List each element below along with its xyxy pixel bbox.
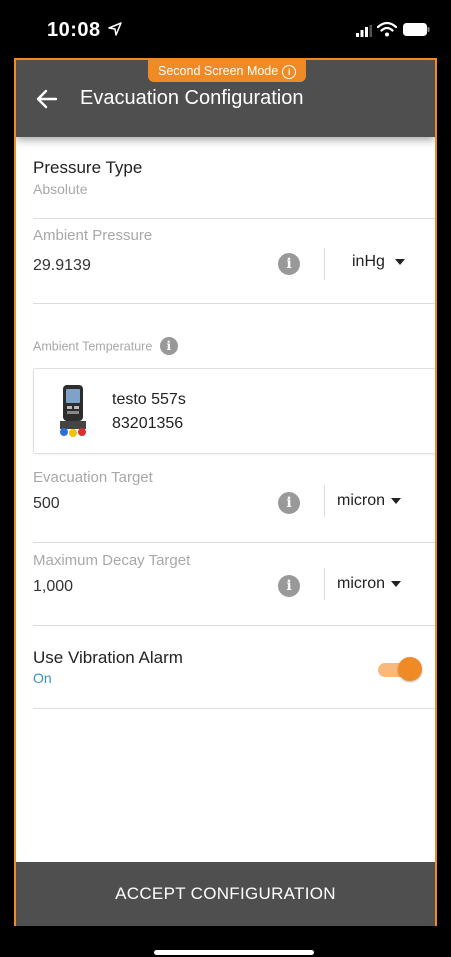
- ambient-temperature-info-icon[interactable]: i: [159, 337, 178, 355]
- evacuation-target-unit-dropdown[interactable]: micron: [337, 492, 402, 510]
- maximum-decay-target-unit: micron: [337, 575, 386, 592]
- device-name: testo 557s: [112, 391, 186, 408]
- maximum-decay-target-unit-dropdown[interactable]: micron: [337, 575, 402, 593]
- wifi-icon: [377, 21, 397, 37]
- divider: [33, 542, 435, 543]
- back-arrow-icon[interactable]: [36, 88, 58, 110]
- accept-configuration-button[interactable]: ACCEPT CONFIGURATION: [16, 862, 435, 926]
- battery-icon: [403, 23, 430, 36]
- vibration-alarm-toggle[interactable]: [378, 656, 422, 682]
- page-title: Evacuation Configuration: [80, 87, 304, 109]
- pressure-type-value[interactable]: Absolute: [33, 181, 87, 197]
- vertical-divider: [324, 568, 325, 600]
- device-serial: 83201356: [112, 415, 184, 432]
- testo-device-icon: [60, 385, 86, 437]
- chevron-down-icon: [394, 258, 405, 265]
- maximum-decay-target-info-icon[interactable]: i: [278, 575, 300, 597]
- ambient-pressure-input[interactable]: 29.9139: [33, 257, 91, 275]
- divider: [33, 708, 435, 709]
- toggle-knob: [398, 657, 422, 681]
- vibration-alarm-label: Use Vibration Alarm: [33, 648, 183, 667]
- ambient-temperature-label-text: Ambient Temperature: [33, 339, 153, 354]
- home-indicator[interactable]: [154, 950, 314, 955]
- status-time: 10:08: [47, 19, 101, 41]
- evacuation-target-unit: micron: [337, 492, 386, 509]
- device-card[interactable]: testo 557s 83201356: [33, 368, 435, 454]
- divider: [33, 303, 435, 304]
- divider: [33, 218, 435, 219]
- vertical-divider: [324, 485, 325, 517]
- status-bar: 10:08: [0, 0, 451, 58]
- chevron-down-icon: [391, 580, 402, 587]
- app-bar: Second Screen Mode i Evacuation Configura…: [16, 60, 435, 137]
- vertical-divider: [324, 248, 325, 280]
- app-frame: Second Screen Mode i Evacuation Configura…: [14, 58, 437, 928]
- ambient-pressure-info-icon[interactable]: i: [278, 253, 300, 275]
- second-screen-mode-badge[interactable]: Second Screen Mode i: [148, 60, 307, 82]
- divider: [33, 625, 435, 626]
- maximum-decay-target-input[interactable]: 1,000: [33, 578, 73, 596]
- ambient-pressure-label: Ambient Pressure: [33, 227, 153, 244]
- maximum-decay-target-label: Maximum Decay Target: [33, 552, 191, 569]
- signal-icon: [356, 25, 372, 37]
- location-arrow-icon: [108, 22, 122, 36]
- evacuation-target-input[interactable]: 500: [33, 495, 60, 513]
- ambient-temperature-label: Ambient Temperature i: [33, 337, 178, 356]
- pressure-type-label: Pressure Type: [33, 158, 143, 177]
- evacuation-target-label: Evacuation Target: [33, 469, 153, 486]
- chevron-down-icon: [391, 497, 402, 504]
- info-icon: i: [282, 64, 297, 79]
- vibration-alarm-state: On: [33, 670, 52, 686]
- ambient-pressure-unit: inHg: [352, 253, 385, 270]
- evacuation-target-info-icon[interactable]: i: [278, 492, 300, 514]
- mode-badge-label: Second Screen Mode: [158, 64, 279, 78]
- ambient-pressure-unit-dropdown[interactable]: inHg: [352, 253, 405, 271]
